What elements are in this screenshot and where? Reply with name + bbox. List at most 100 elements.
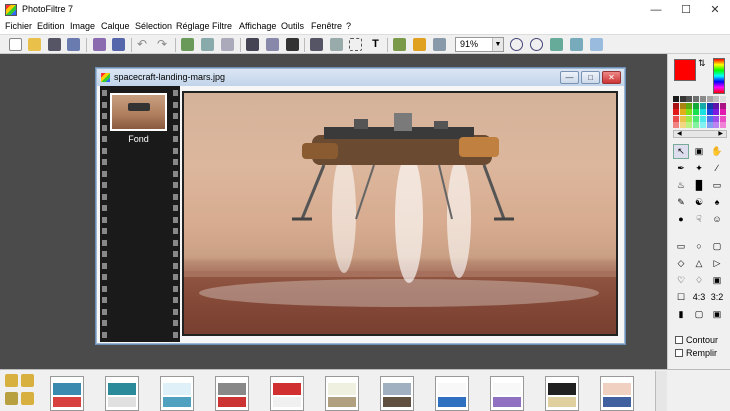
file-thumbnail[interactable] — [215, 376, 249, 411]
layer-thumbnail[interactable] — [110, 93, 167, 131]
transform-icon[interactable] — [349, 38, 362, 51]
scroll-right-icon[interactable]: ▶ — [718, 131, 723, 137]
color-swatch[interactable] — [719, 96, 726, 102]
undo-icon[interactable]: ↶ — [137, 38, 150, 51]
crop-icon[interactable] — [221, 38, 234, 51]
color-swatch[interactable] — [699, 109, 706, 115]
menu-image[interactable]: Image — [70, 21, 95, 31]
color-swatch[interactable] — [693, 115, 700, 122]
ellipse-icon[interactable]: ○ — [691, 239, 707, 254]
color-swatch[interactable] — [686, 115, 693, 122]
menu-selection[interactable]: Sélection — [135, 21, 172, 31]
eraser-icon[interactable]: ▭ — [709, 178, 725, 193]
select-icon[interactable] — [330, 38, 343, 51]
color-swatch[interactable] — [713, 109, 720, 115]
resize-icon[interactable] — [246, 38, 259, 51]
print-icon[interactable] — [93, 38, 106, 51]
menu-reglage[interactable]: Réglage — [176, 21, 210, 31]
save-as-icon[interactable] — [67, 38, 80, 51]
select-move-icon[interactable]: ▣ — [691, 144, 707, 159]
zoom-select[interactable]: 91% ▼ — [455, 37, 504, 52]
bar-icon[interactable]: ▮ — [673, 307, 689, 322]
swatch-scrollbar[interactable]: ◀ ▶ — [673, 130, 727, 138]
color-swatch[interactable] — [706, 122, 713, 128]
folder-down-icon[interactable] — [21, 392, 34, 405]
color-swatch[interactable] — [673, 102, 679, 109]
file-thumbnail[interactable] — [545, 376, 579, 411]
color-swatch[interactable] — [706, 115, 713, 122]
adjust-icon[interactable] — [286, 38, 299, 51]
menu-help[interactable]: ? — [346, 21, 351, 31]
spray-icon[interactable]: █ — [691, 178, 707, 193]
color-swatch[interactable] — [673, 115, 679, 122]
color-swatch[interactable] — [699, 115, 706, 122]
fit-icon[interactable] — [550, 38, 563, 51]
swap-colors-icon[interactable]: ⇅ — [698, 58, 706, 69]
arrow-right-icon[interactable]: ▷ — [709, 256, 725, 271]
ratio-3-2-icon[interactable]: 3:2 — [709, 290, 725, 305]
pointer-icon[interactable]: ↖ — [673, 144, 689, 159]
frame-icon[interactable]: ☐ — [673, 290, 689, 305]
diamond-icon[interactable]: ◇ — [673, 256, 689, 271]
folder-up-icon[interactable] — [5, 374, 18, 387]
file-browser-scrollbar[interactable] — [655, 371, 667, 411]
color-swatch[interactable] — [699, 96, 706, 102]
ratio-4-3-icon[interactable]: 4:3 — [691, 290, 707, 305]
layer-icon[interactable] — [413, 38, 426, 51]
file-thumbnail[interactable] — [490, 376, 524, 411]
folder-back-icon[interactable] — [5, 392, 18, 405]
finger-icon[interactable]: ☟ — [691, 212, 707, 227]
paste-icon[interactable] — [181, 38, 194, 51]
file-thumbnail[interactable] — [160, 376, 194, 411]
doc-close-icon[interactable]: ✕ — [602, 71, 621, 84]
color-spectrum[interactable] — [713, 58, 725, 94]
color-swatch[interactable] — [693, 109, 700, 115]
text-icon[interactable]: T — [369, 38, 382, 51]
zoom-in-icon[interactable] — [510, 38, 523, 51]
image-canvas[interactable] — [182, 91, 618, 336]
eyedropper-icon[interactable]: ✒ — [673, 161, 689, 176]
rounded-rect-icon[interactable]: ▢ — [709, 239, 725, 254]
portrait-icon[interactable]: ☺ — [709, 212, 725, 227]
hand-icon[interactable]: ✋ — [709, 144, 725, 159]
fill-icon[interactable]: ♨ — [673, 178, 689, 193]
line-icon[interactable]: ∕ — [709, 161, 725, 176]
stamp-icon[interactable] — [393, 38, 406, 51]
canvas-icon[interactable] — [266, 38, 279, 51]
window-icon[interactable] — [590, 38, 603, 51]
color-swatch[interactable] — [679, 96, 686, 102]
color-swatch[interactable] — [706, 102, 713, 109]
foreground-color-swatch[interactable] — [674, 59, 696, 81]
lasso-icon[interactable]: ♡ — [673, 273, 689, 288]
color-swatch[interactable] — [673, 96, 679, 102]
color-swatch[interactable] — [686, 102, 693, 109]
color-swatch[interactable] — [719, 122, 726, 128]
magic-wand-icon[interactable]: ✦ — [691, 161, 707, 176]
scan-icon[interactable] — [112, 38, 125, 51]
color-swatch[interactable] — [719, 102, 726, 109]
flip-icon[interactable] — [310, 38, 323, 51]
color-swatch[interactable] — [679, 115, 686, 122]
folder-open-icon[interactable]: ▣ — [709, 273, 725, 288]
blur-icon[interactable]: ● — [673, 212, 689, 227]
open-icon[interactable] — [28, 38, 41, 51]
menu-affichage[interactable]: Affichage — [239, 21, 276, 31]
brush-icon[interactable]: ✎ — [673, 195, 689, 210]
color-swatch[interactable] — [706, 109, 713, 115]
clone-icon[interactable]: ♠ — [709, 195, 725, 210]
contour-checkbox[interactable] — [675, 336, 683, 344]
color-swatch[interactable] — [713, 115, 720, 122]
minimize-icon[interactable]: — — [641, 0, 671, 20]
color-swatch[interactable] — [686, 122, 693, 128]
file-thumbnail[interactable] — [105, 376, 139, 411]
doc-maximize-icon[interactable]: □ — [581, 71, 600, 84]
file-thumbnail[interactable] — [50, 376, 84, 411]
maximize-icon[interactable]: ☐ — [671, 0, 701, 20]
color-swatch[interactable] — [679, 122, 686, 128]
rectangle-icon[interactable]: ▭ — [673, 239, 689, 254]
color-swatch[interactable] — [673, 122, 679, 128]
menu-outils[interactable]: Outils — [281, 21, 304, 31]
color-swatch[interactable] — [673, 109, 679, 115]
menu-calque[interactable]: Calque — [101, 21, 130, 31]
file-thumbnail[interactable] — [600, 376, 634, 411]
